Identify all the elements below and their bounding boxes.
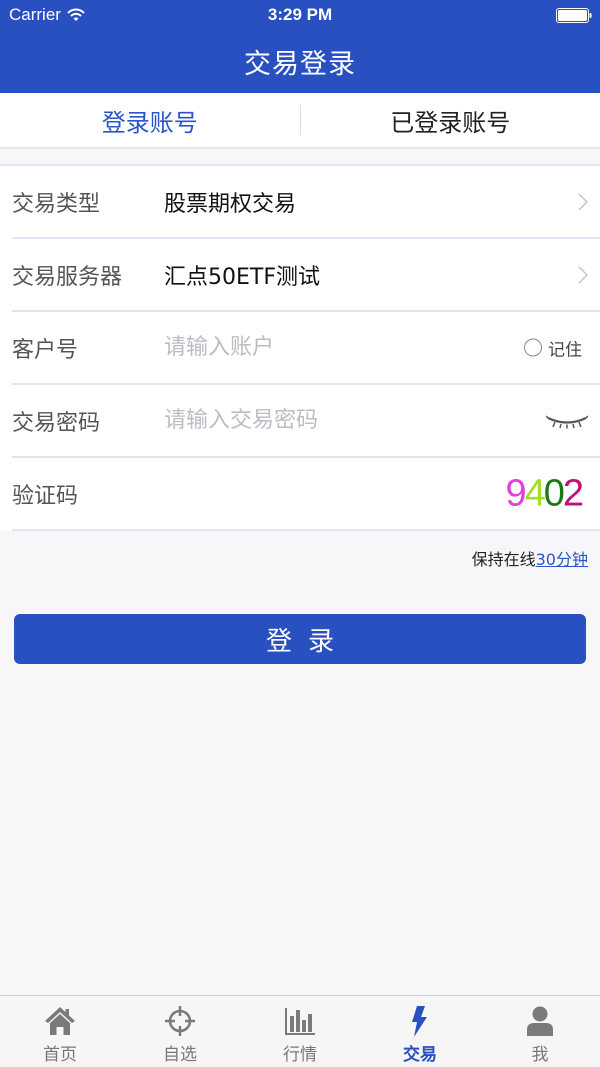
captcha-digit: 2 (562, 472, 584, 514)
tabbar-label: 自选 (163, 1045, 197, 1065)
account-label: 客户号 (12, 337, 79, 363)
captcha-digit: 4 (524, 472, 546, 514)
navigation-bar: 交易登录 (0, 30, 600, 93)
captcha-image[interactable]: 9402 (505, 472, 584, 515)
captcha-row: 验证码 9402 (12, 458, 600, 531)
tabbar-label: 行情 (283, 1045, 317, 1065)
tabbar-item-me[interactable]: 我 (480, 996, 600, 1067)
server-label: 交易服务器 (12, 264, 123, 290)
server-row[interactable]: 交易服务器 汇点50ETF测试 (12, 239, 600, 312)
tabbar-label: 首页 (43, 1045, 77, 1065)
keep-online-prefix: 保持在线 (471, 550, 536, 569)
bar-chart-icon (285, 1008, 315, 1035)
tabbar-item-watchlist[interactable]: 自选 (120, 996, 240, 1067)
chevron-right-icon (578, 192, 588, 211)
battery-icon (556, 8, 592, 23)
password-input[interactable] (164, 408, 600, 433)
chevron-right-icon (578, 265, 588, 284)
remember-checkbox[interactable]: 记住 (524, 335, 582, 360)
login-button[interactable]: 登录 (14, 614, 586, 664)
tab-login-account[interactable]: 登录账号 (0, 103, 300, 138)
tabbar-item-home[interactable]: 首页 (0, 996, 120, 1067)
captcha-label: 验证码 (12, 483, 79, 509)
login-form: 交易类型 股票期权交易 交易服务器 汇点50ETF测试 客户号 记住 交易密码 … (0, 164, 600, 531)
lightning-icon (412, 1006, 427, 1037)
remember-label: 记住 (548, 340, 582, 360)
tabbar-item-market[interactable]: 行情 (240, 996, 360, 1067)
account-row: 客户号 记住 (12, 312, 600, 385)
trade-type-label: 交易类型 (12, 191, 101, 217)
user-icon (527, 1006, 553, 1036)
home-icon (45, 1007, 75, 1035)
trade-type-value: 股票期权交易 (164, 191, 297, 217)
captcha-digit: 0 (543, 472, 565, 514)
password-row: 交易密码 (12, 385, 600, 458)
password-label: 交易密码 (12, 410, 101, 436)
eye-closed-icon[interactable] (546, 413, 588, 429)
tab-bar: 首页 自选 行情 交易 我 (0, 995, 600, 1067)
tabbar-label: 我 (531, 1045, 549, 1065)
clock: 3:29 PM (267, 5, 333, 24)
radio-icon (524, 338, 542, 357)
trade-type-row[interactable]: 交易类型 股票期权交易 (12, 166, 600, 239)
captcha-digit: 9 (505, 472, 526, 514)
status-bar: Carrier 3:29 PM (0, 0, 600, 30)
page-title: 交易登录 (244, 49, 356, 80)
tab-logged-in-accounts[interactable]: 已登录账号 (301, 103, 600, 138)
tabbar-label: 交易 (403, 1045, 437, 1065)
server-value: 汇点50ETF测试 (164, 264, 320, 290)
keep-online-duration-link[interactable]: 30分钟 (536, 550, 588, 569)
keep-online-text: 保持在线30分钟 (472, 546, 588, 570)
crosshair-icon (165, 1006, 195, 1036)
account-tabs: 登录账号 已登录账号 (0, 93, 600, 149)
tabbar-item-trade[interactable]: 交易 (360, 996, 480, 1067)
